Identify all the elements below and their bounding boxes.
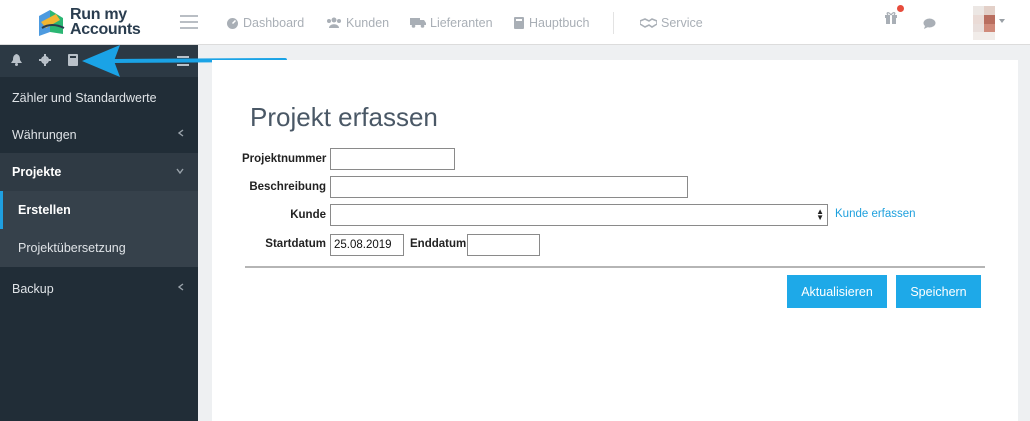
aktualisieren-button[interactable]: Aktualisieren [787,275,887,308]
select-updown-icon: ▲ ▼ [816,207,824,222]
book-icon [514,16,524,29]
dashboard-gauge-icon [227,17,238,29]
projektnummer-input[interactable] [330,148,455,170]
gear-icon[interactable] [39,54,51,66]
beschreibung-label: Beschreibung [249,181,326,193]
sidebar-item-label: Backup [12,282,54,296]
enddatum-input[interactable] [467,234,540,256]
sidebar-item-label: Währungen [12,128,77,142]
kunde-select[interactable]: ▲ ▼ [330,204,828,226]
nav-service[interactable]: Service [640,0,703,45]
nav-kunden[interactable]: Kunden [326,0,389,45]
logo-mark-icon [39,10,65,36]
chat-bubble-icon [923,18,936,29]
projektnummer-label: Projektnummer [242,153,327,165]
chat-button[interactable] [923,16,936,34]
chevron-left-icon [178,129,184,137]
logo-text: Run my Accounts [70,6,141,38]
gift-button[interactable] [884,11,898,29]
top-bar: Run my Accounts Dashboard Kunden Liefera… [0,0,1030,45]
book-icon[interactable] [68,54,79,66]
sidebar-item-projektuebersetzung[interactable]: Projektübersetzung [0,229,198,267]
sidebar-item-zaehler[interactable]: Zähler und Standardwerte [0,79,198,117]
startdatum-input[interactable] [330,234,404,256]
run-my-accounts-logo[interactable]: Run my Accounts [36,6,141,40]
bell-icon[interactable] [11,54,22,66]
nav-lieferanten[interactable]: Lieferanten [410,0,493,45]
kunde-erfassen-link[interactable]: Kunde erfassen [835,208,916,220]
beschreibung-input[interactable] [330,176,688,198]
truck-icon [410,18,426,28]
main-content: Projekt erfassen Projektnummer Beschreib… [212,60,1018,421]
chevron-left-icon [178,283,184,291]
notification-dot [897,5,904,12]
sidebar-item-label: Projektübersetzung [18,241,126,255]
sidebar-item-label: Zähler und Standardwerte [12,91,157,105]
sidebar-item-projekte[interactable]: Projekte [0,153,198,191]
avatar-caret-icon[interactable] [999,19,1005,23]
gift-icon [885,12,897,24]
enddatum-label: Enddatum [410,238,467,250]
nav-lieferanten-label: Lieferanten [430,15,493,30]
page-title: Projekt erfassen [250,102,438,132]
users-icon [327,17,341,28]
sidebar-item-erstellen[interactable]: Erstellen [0,191,198,229]
sidebar-item-label: Projekte [12,165,62,179]
hamburger-menu-icon[interactable] [180,15,198,29]
user-avatar[interactable] [973,6,995,40]
nav-hauptbuch[interactable]: Hauptbuch [514,0,589,45]
handshake-icon [640,17,657,28]
nav-service-label: Service [661,15,703,30]
sidebar: Zähler und Standardwerte Währungen Proje… [0,45,198,421]
sidebar-item-label: Erstellen [18,203,71,217]
form-divider [245,266,985,268]
logo-line-2: Accounts [70,21,141,38]
nav-divider [613,12,614,34]
speichern-button[interactable]: Speichern [896,275,981,308]
sidebar-item-waehrungen[interactable]: Währungen [0,116,198,154]
nav-dashboard[interactable]: Dashboard [226,0,304,45]
chevron-down-icon [176,168,184,174]
startdatum-label: Startdatum [265,238,326,250]
nav-dashboard-label: Dashboard [243,15,305,30]
nav-kunden-label: Kunden [346,15,390,30]
logo-line-1: Run my [70,6,127,23]
sidebar-item-backup[interactable]: Backup [0,270,198,308]
kunde-label: Kunde [290,209,326,221]
nav-hauptbuch-label: Hauptbuch [529,15,590,30]
